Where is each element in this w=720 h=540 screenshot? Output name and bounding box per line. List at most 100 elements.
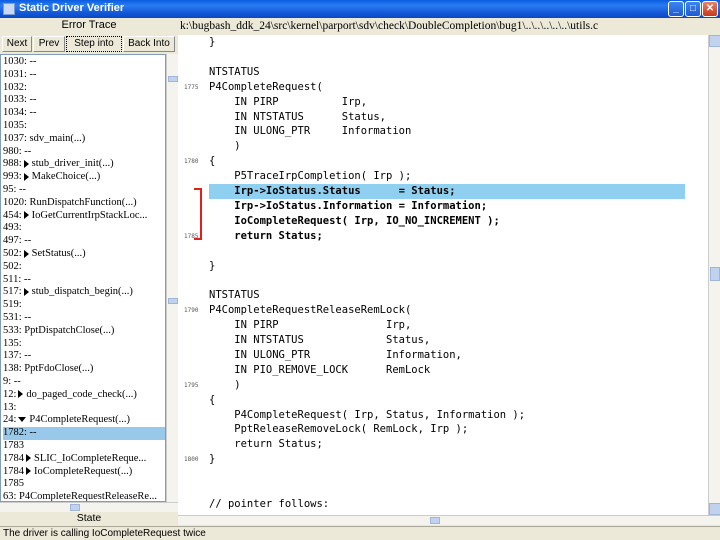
- scroll-marker-top[interactable]: [168, 76, 178, 82]
- trace-row[interactable]: 502: SetStatus(...): [3, 248, 165, 261]
- code-line: Irp->IoStatus.Information = Information;: [209, 199, 488, 212]
- trace-row[interactable]: 988: stub_driver_init(...): [3, 158, 165, 171]
- trace-row-text: 988:: [3, 158, 22, 170]
- source-code-view[interactable]: 1775 1780 1785 1790 1795 1800 } NTSTATUS P4Comp…: [178, 35, 708, 515]
- trace-row[interactable]: 497: --: [3, 235, 165, 248]
- trace-row[interactable]: 63: P4CompleteRequestReleaseRe...: [3, 491, 165, 502]
- trace-row-label: SLIC_IoCompleteReque...: [34, 452, 147, 464]
- code-line: IoCompleteRequest( Irp, IO_NO_INCREMENT …: [209, 214, 500, 227]
- trace-row-text: 1785: [3, 478, 24, 490]
- trace-row-text: 1783: [3, 440, 24, 451]
- trace-row[interactable]: 95: --: [3, 184, 165, 197]
- trace-row[interactable]: 1785: [3, 478, 165, 491]
- status-bar: The driver is calling IoCompleteRequest …: [0, 526, 720, 540]
- trace-row[interactable]: 1034: --: [3, 107, 165, 120]
- code-horizontal-scrollbar[interactable]: [178, 515, 720, 525]
- trace-row-text: 63: P4CompleteRequestReleaseRe...: [3, 491, 157, 502]
- trace-horizontal-scrollbar[interactable]: [0, 502, 178, 512]
- prev-button[interactable]: Prev: [33, 36, 65, 52]
- trace-row[interactable]: 519:: [3, 299, 165, 312]
- line-number: 1785: [184, 232, 199, 240]
- trace-row-text: 9: --: [3, 376, 21, 387]
- trace-row[interactable]: 1020: RunDispatchFunction(...): [3, 197, 165, 210]
- expand-arrow-icon[interactable]: [23, 249, 29, 258]
- trace-row-text: 1034: --: [3, 107, 37, 119]
- code-line: }: [209, 259, 216, 272]
- trace-row-text: 454:: [3, 209, 22, 221]
- collapse-arrow-icon[interactable]: [18, 417, 27, 423]
- trace-row[interactable]: 1783: [3, 440, 165, 453]
- trace-row[interactable]: 533: PptDispatchClose(...): [3, 325, 165, 338]
- trace-row[interactable]: 454: IoGetCurrentIrpStackLoc...: [3, 210, 165, 223]
- code-line: IN PIO_REMOVE_LOCK RemLock: [209, 363, 431, 376]
- expand-arrow-icon[interactable]: [26, 454, 31, 463]
- trace-row[interactable]: 511: --: [3, 274, 165, 287]
- line-number: 1780: [184, 158, 199, 166]
- expand-arrow-icon[interactable]: [23, 287, 29, 296]
- trace-row[interactable]: 993: MakeChoice(...): [3, 171, 165, 184]
- error-trace-list[interactable]: 1030: -- 1031: -- 1032: 1033: -- 1034: -- 103…: [0, 54, 166, 502]
- trace-row[interactable]: 13:: [3, 402, 165, 415]
- line-number: 1795: [184, 381, 199, 389]
- trace-row-text: 1031: --: [3, 68, 37, 80]
- trace-row[interactable]: 1030: --: [3, 56, 165, 69]
- trace-row[interactable]: 1035:: [3, 120, 165, 133]
- code-line: IN ULONG_PTR Information,: [209, 348, 462, 361]
- trace-row[interactable]: 138: PptFdoClose(...): [3, 363, 165, 376]
- trace-row[interactable]: 1032:: [3, 82, 165, 95]
- expand-arrow-icon[interactable]: [23, 211, 29, 220]
- trace-row[interactable]: 1033: --: [3, 94, 165, 107]
- expand-arrow-icon[interactable]: [23, 172, 29, 181]
- trace-row[interactable]: 531: --: [3, 312, 165, 325]
- trace-row-text: 138: PptFdoClose(...): [3, 363, 94, 375]
- trace-row[interactable]: 517: stub_dispatch_begin(...): [3, 286, 165, 299]
- trace-row[interactable]: 24: P4CompleteRequest(...): [3, 414, 165, 427]
- next-button[interactable]: Next: [2, 36, 32, 52]
- trace-row-text: 1035:: [3, 120, 27, 131]
- trace-row[interactable]: 493:: [3, 222, 165, 235]
- trace-row[interactable]: 1031: --: [3, 69, 165, 82]
- trace-row[interactable]: 980: --: [3, 146, 165, 159]
- trace-row[interactable]: 1037: sdv_main(...): [3, 133, 165, 146]
- step-into-button[interactable]: Step into: [66, 36, 122, 52]
- trace-row[interactable]: 137: --: [3, 350, 165, 363]
- minimize-button[interactable]: _: [668, 1, 684, 17]
- trace-row-text: 519:: [3, 299, 22, 311]
- expand-arrow-icon[interactable]: [26, 467, 31, 476]
- trace-row-text: 533: PptDispatchClose(...): [3, 324, 115, 336]
- close-button[interactable]: ✕: [702, 1, 718, 17]
- trace-row[interactable]: 135:: [3, 338, 165, 351]
- maximize-button[interactable]: □: [685, 1, 701, 17]
- trace-row-text: 493:: [3, 222, 22, 234]
- expand-arrow-icon[interactable]: [18, 390, 24, 399]
- back-into-button[interactable]: Back Into: [123, 36, 175, 52]
- code-hscroll-thumb[interactable]: [430, 517, 440, 524]
- trace-hscroll-thumb[interactable]: [70, 504, 80, 511]
- trace-row[interactable]: 1784 SLIC_IoCompleteReque...: [3, 453, 165, 466]
- scroll-up-arrow-icon[interactable]: [709, 35, 720, 47]
- code-vertical-scrollbar[interactable]: [708, 35, 720, 515]
- trace-row-text: 1784: [3, 452, 24, 464]
- error-range-marker: [200, 188, 202, 240]
- trace-row-text: 1033: --: [3, 94, 37, 106]
- scroll-marker-mid[interactable]: [168, 298, 178, 304]
- scroll-down-arrow-icon[interactable]: [709, 503, 720, 515]
- code-line: {: [209, 393, 216, 406]
- code-line: IN PIRP Irp,: [209, 95, 368, 108]
- trace-row[interactable]: 1784 IoCompleteRequest(...): [3, 466, 165, 479]
- trace-row[interactable]: 12: do_paged_code_check(...): [3, 389, 165, 402]
- trace-row-label: IoGetCurrentIrpStackLoc...: [31, 209, 148, 221]
- line-number: 1800: [184, 456, 199, 464]
- code-vscroll-thumb[interactable]: [710, 267, 720, 281]
- trace-row-text: 24:: [3, 414, 17, 426]
- trace-row-selected[interactable]: 1782: --: [3, 427, 165, 440]
- expand-arrow-icon[interactable]: [23, 159, 29, 168]
- trace-vertical-scrollbar[interactable]: [166, 54, 178, 502]
- window-title: Static Driver Verifier: [19, 2, 125, 14]
- code-line: PptReleaseRemoveLock( RemLock, Irp );: [209, 423, 469, 436]
- trace-row[interactable]: 9: --: [3, 376, 165, 389]
- code-line: P4CompleteRequestReleaseRemLock(: [209, 304, 412, 317]
- trace-row-text: 497: --: [3, 235, 32, 247]
- code-line: P4CompleteRequest( Irp, Status, Informat…: [209, 408, 526, 421]
- trace-row[interactable]: 502:: [3, 261, 165, 274]
